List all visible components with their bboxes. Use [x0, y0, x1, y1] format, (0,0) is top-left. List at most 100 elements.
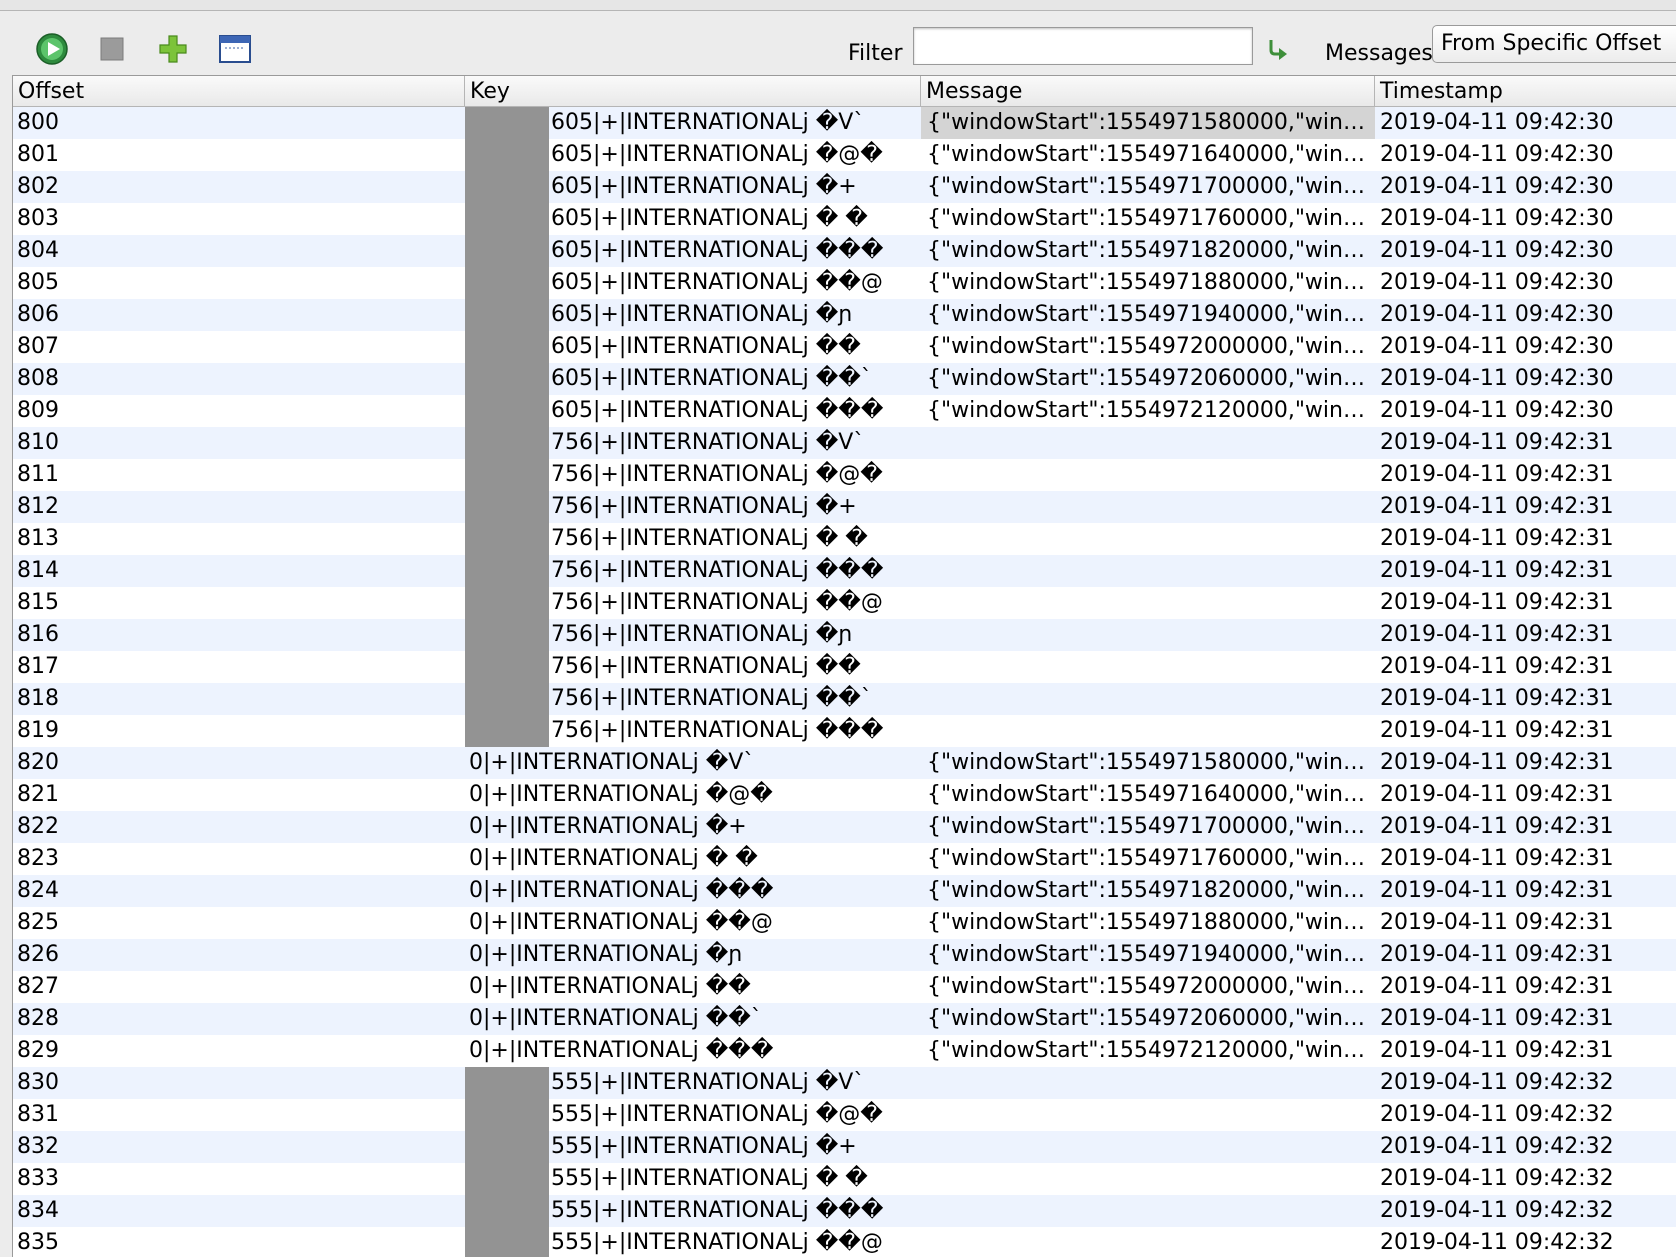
message-cell: {"windowStart":1554972060000,"windo...	[927, 1006, 1375, 1031]
message-cell: {"windowStart":1554971820000,"windo...	[927, 238, 1375, 263]
column-header-offset[interactable]: Offset	[13, 76, 465, 106]
message-cell: {"windowStart":1554971580000,"windo...	[921, 107, 1375, 139]
timestamp-cell: 2019-04-11 09:42:31	[1380, 558, 1614, 583]
offset-cell: 829	[17, 1038, 59, 1063]
table-row[interactable]: 819 756|+|INTERNATIONALj ��� 2019-04-11 09…	[13, 715, 1676, 747]
column-header-message[interactable]: Message	[921, 76, 1375, 106]
timestamp-cell: 2019-04-11 09:42:30	[1380, 366, 1614, 391]
table-row[interactable]: 813 756|+|INTERNATIONALj � � 2019-04-11 09…	[13, 523, 1676, 555]
table-row[interactable]: 817 756|+|INTERNATIONALj �� 2019-04-11 09:…	[13, 651, 1676, 683]
offset-cell: 816	[17, 622, 59, 647]
message-cell: {"windowStart":1554971640000,"windo...	[927, 142, 1375, 167]
offset-cell: 820	[17, 750, 59, 775]
timestamp-cell: 2019-04-11 09:42:32	[1380, 1198, 1614, 1223]
filter-input[interactable]	[913, 27, 1253, 65]
table-row[interactable]: 805 605|+|INTERNATIONALj ��@ {"windowStart…	[13, 267, 1676, 299]
timestamp-cell: 2019-04-11 09:42:31	[1380, 686, 1614, 711]
table-row[interactable]: 815 756|+|INTERNATIONALj ��@ 2019-04-11 09…	[13, 587, 1676, 619]
table-row[interactable]: 826 0|+|INTERNATIONALj �ɲ {"windowStart":1…	[13, 939, 1676, 971]
offset-cell: 832	[17, 1134, 59, 1159]
table-row[interactable]: 825 0|+|INTERNATIONALj ��@ {"windowStart":…	[13, 907, 1676, 939]
offset-cell: 803	[17, 206, 59, 231]
table-row[interactable]: 818 756|+|INTERNATIONALj ��` 2019-04-11 09…	[13, 683, 1676, 715]
timestamp-cell: 2019-04-11 09:42:30	[1380, 398, 1614, 423]
table-row[interactable]: 816 756|+|INTERNATIONALj �ɲ 2019-04-11 09:…	[13, 619, 1676, 651]
table-row[interactable]: 802 605|+|INTERNATIONALj �+ {"windowStart"…	[13, 171, 1676, 203]
message-cell	[921, 587, 1375, 619]
offset-cell: 830	[17, 1070, 59, 1095]
play-icon[interactable]	[30, 29, 74, 69]
timestamp-cell: 2019-04-11 09:42:31	[1380, 1006, 1614, 1031]
message-cell	[921, 1195, 1375, 1227]
apply-filter-icon[interactable]	[1260, 29, 1296, 69]
message-cell: {"windowStart":1554971760000,"windo...	[927, 846, 1375, 871]
table-row[interactable]: 834 555|+|INTERNATIONALj ��� 2019-04-11 09…	[13, 1195, 1676, 1227]
offset-cell: 807	[17, 334, 59, 359]
table-row[interactable]: 830 555|+|INTERNATIONALj �V` 2019-04-11 09…	[13, 1067, 1676, 1099]
table-row[interactable]: 835 555|+|INTERNATIONALj ��@ 2019-04-11 09…	[13, 1227, 1676, 1257]
offset-cell: 835	[17, 1230, 59, 1255]
window-icon[interactable]	[213, 29, 257, 69]
key-cell: 0|+|INTERNATIONALj �ɲ	[469, 942, 743, 967]
stop-icon[interactable]	[90, 29, 134, 69]
timestamp-cell: 2019-04-11 09:42:31	[1380, 910, 1614, 935]
table-row[interactable]: 800 605|+|INTERNATIONALj �V` {"windowStart…	[13, 107, 1676, 139]
table-row[interactable]: 810 756|+|INTERNATIONALj �V` 2019-04-11 09…	[13, 427, 1676, 459]
messages-table: Offset Key Message Timestamp 800 605|+|IN…	[12, 75, 1676, 1257]
timestamp-cell: 2019-04-11 09:42:32	[1380, 1134, 1614, 1159]
offset-cell: 808	[17, 366, 59, 391]
timestamp-cell: 2019-04-11 09:42:31	[1380, 718, 1614, 743]
message-cell	[921, 1067, 1375, 1099]
table-row[interactable]: 824 0|+|INTERNATIONALj ��� {"windowStart":…	[13, 875, 1676, 907]
timestamp-cell: 2019-04-11 09:42:32	[1380, 1102, 1614, 1127]
redaction-block	[465, 107, 549, 747]
offset-cell: 822	[17, 814, 59, 839]
table-row[interactable]: 801 605|+|INTERNATIONALj �@� {"windowStart…	[13, 139, 1676, 171]
table-row[interactable]: 820 0|+|INTERNATIONALj �V` {"windowStart":…	[13, 747, 1676, 779]
offset-cell: 809	[17, 398, 59, 423]
timestamp-cell: 2019-04-11 09:42:31	[1380, 878, 1614, 903]
table-row[interactable]: 814 756|+|INTERNATIONALj ��� 2019-04-11 09…	[13, 555, 1676, 587]
table-row[interactable]: 832 555|+|INTERNATIONALj �+ 2019-04-11 09:…	[13, 1131, 1676, 1163]
table-row[interactable]: 804 605|+|INTERNATIONALj ��� {"windowStart…	[13, 235, 1676, 267]
column-header-timestamp[interactable]: Timestamp	[1375, 76, 1676, 106]
table-row[interactable]: 806 605|+|INTERNATIONALj �ɲ {"windowStart"…	[13, 299, 1676, 331]
offset-cell: 801	[17, 142, 59, 167]
table-row[interactable]: 833 555|+|INTERNATIONALj � � 2019-04-11 09…	[13, 1163, 1676, 1195]
timestamp-cell: 2019-04-11 09:42:31	[1380, 846, 1614, 871]
table-row[interactable]: 827 0|+|INTERNATIONALj �� {"windowStart":1…	[13, 971, 1676, 1003]
offset-cell: 800	[17, 110, 59, 135]
messages-mode-select[interactable]: From Specific Offset	[1432, 25, 1676, 63]
timestamp-cell: 2019-04-11 09:42:30	[1380, 302, 1614, 327]
message-cell	[921, 715, 1375, 747]
table-row[interactable]: 811 756|+|INTERNATIONALj �@� 2019-04-11 09…	[13, 459, 1676, 491]
timestamp-cell: 2019-04-11 09:42:30	[1380, 110, 1614, 135]
table-row[interactable]: 831 555|+|INTERNATIONALj �@� 2019-04-11 09…	[13, 1099, 1676, 1131]
offset-cell: 810	[17, 430, 59, 455]
timestamp-cell: 2019-04-11 09:42:31	[1380, 622, 1614, 647]
table-row[interactable]: 808 605|+|INTERNATIONALj ��` {"windowStart…	[13, 363, 1676, 395]
column-header-key[interactable]: Key	[465, 76, 921, 106]
offset-cell: 823	[17, 846, 59, 871]
offset-cell: 811	[17, 462, 59, 487]
table-row[interactable]: 803 605|+|INTERNATIONALj � � {"windowStart…	[13, 203, 1676, 235]
timestamp-cell: 2019-04-11 09:42:31	[1380, 782, 1614, 807]
message-cell	[921, 1131, 1375, 1163]
table-row[interactable]: 809 605|+|INTERNATIONALj ��� {"windowStart…	[13, 395, 1676, 427]
table-row[interactable]: 828 0|+|INTERNATIONALj ��` {"windowStart":…	[13, 1003, 1676, 1035]
key-cell: 0|+|INTERNATIONALj �+	[469, 814, 747, 839]
table-row[interactable]: 829 0|+|INTERNATIONALj ��� {"windowStart":…	[13, 1035, 1676, 1067]
messages-label: Messages	[1325, 41, 1433, 66]
table-row[interactable]: 821 0|+|INTERNATIONALj �@� {"windowStart":…	[13, 779, 1676, 811]
timestamp-cell: 2019-04-11 09:42:31	[1380, 590, 1614, 615]
table-row[interactable]: 807 605|+|INTERNATIONALj �� {"windowStart"…	[13, 331, 1676, 363]
offset-cell: 814	[17, 558, 59, 583]
timestamp-cell: 2019-04-11 09:42:31	[1380, 654, 1614, 679]
table-row[interactable]: 822 0|+|INTERNATIONALj �+ {"windowStart":1…	[13, 811, 1676, 843]
table-row[interactable]: 812 756|+|INTERNATIONALj �+ 2019-04-11 09:…	[13, 491, 1676, 523]
message-cell: {"windowStart":1554971580000,"windo...	[927, 750, 1375, 775]
table-row[interactable]: 823 0|+|INTERNATIONALj � � {"windowStart":…	[13, 843, 1676, 875]
timestamp-cell: 2019-04-11 09:42:31	[1380, 526, 1614, 551]
add-icon[interactable]	[151, 29, 195, 69]
offset-cell: 828	[17, 1006, 59, 1031]
